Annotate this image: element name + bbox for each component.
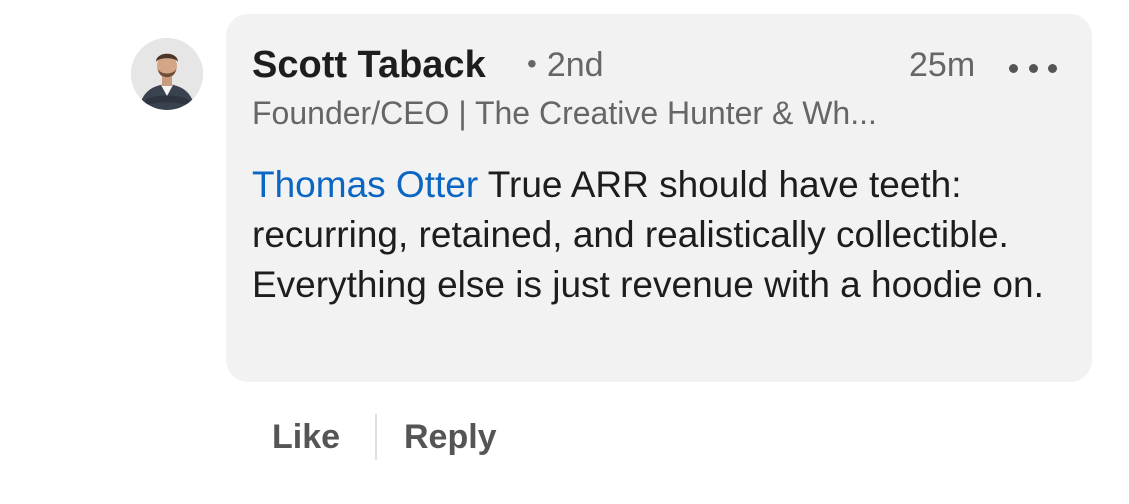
author-name[interactable]: Scott Taback <box>252 42 486 88</box>
comment-body: Thomas Otter True ARR should have teeth:… <box>252 160 1072 310</box>
author-avatar[interactable] <box>131 38 203 110</box>
ellipsis-icon[interactable] <box>1009 50 1057 86</box>
reply-button[interactable]: Reply <box>404 412 497 462</box>
ellipsis-dot <box>1028 63 1038 73</box>
degree-label: 2nd <box>546 46 604 84</box>
ellipsis-dot <box>1048 63 1057 73</box>
connection-degree: • 2nd <box>527 42 604 90</box>
action-divider <box>375 414 377 460</box>
comment-timestamp: 25m <box>909 46 976 84</box>
author-headline: Founder/CEO | The Creative Hunter & Wh..… <box>252 95 877 131</box>
degree-separator: • <box>527 48 537 79</box>
mention-link[interactable]: Thomas Otter <box>252 164 478 205</box>
like-button[interactable]: Like <box>272 412 340 462</box>
ellipsis-dot <box>1009 63 1018 73</box>
comment-item: Scott Taback • 2nd 25m Founder/CEO | The … <box>0 0 1129 504</box>
